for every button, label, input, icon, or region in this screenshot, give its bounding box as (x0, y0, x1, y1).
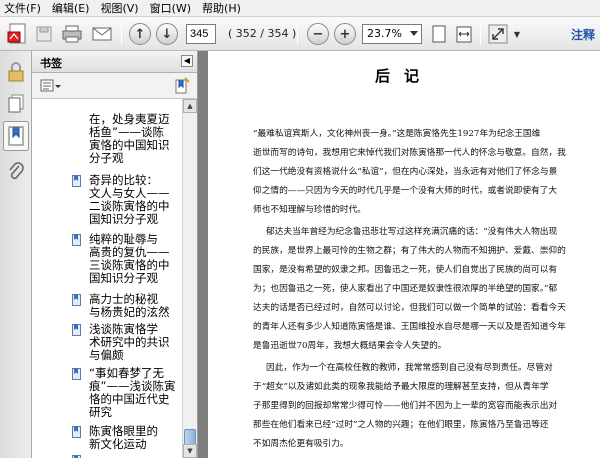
toolbar-separator (297, 23, 298, 45)
expand-icon (488, 24, 508, 44)
full-screen-menu[interactable]: ▼ (512, 22, 522, 46)
paragraph-line: 的青年人还有多少人知道陈寅恪是谁、王国维投水自尽是哪一天以及是否知道今年 (253, 322, 566, 332)
toolbar: ↑ ↓ ( 352 / 354 ) − + 23.7% ▼ 注释 (0, 17, 600, 51)
paragraph-line: 郁达夫当年曾经为纪念鲁迅悲壮写过这样充满沉痛的话：“没有伟大人物出现 (266, 227, 558, 237)
bookmark-label: 纯粹的耻辱与 高贵的复仇—— 三谈陈寅恪的中 国知识分子观 (89, 232, 170, 285)
create-pdf-button[interactable] (5, 22, 31, 46)
single-page-icon (432, 25, 446, 43)
panel-title: 书签 (40, 57, 62, 70)
bookmarks-scrollbar[interactable]: ▲ ▼ (182, 99, 197, 458)
document-viewport[interactable]: 后记 “最难私谊宾斯人，文化神州丧一身。”这是陈寅恪先生1927年为纪念王国维 … (198, 51, 600, 458)
navigation-strip (0, 51, 32, 458)
scroll-up-icon[interactable]: ▲ (183, 99, 197, 113)
create-pdf-icon (7, 23, 26, 44)
options-button[interactable] (40, 79, 62, 93)
next-page-button[interactable]: ↓ (155, 22, 179, 46)
bookmark-label: 高力士的秘视 与杨贵妃的泫然 (89, 292, 170, 319)
paragraph-line: 那些在他们看来已经“过时”之人物的兴趣；在他们眼里，陈寅恪乃至鲁迅等还 (253, 420, 549, 430)
bookmark-icon (72, 175, 81, 187)
plus-icon: + (334, 23, 356, 45)
bookmark-icon (72, 234, 81, 246)
paragraph-line: 逝世而写的诗句，我想用它来悼代我们对陈寅恪那一代人的怀念与敬意。自然，我 (253, 148, 566, 158)
chevron-down-icon: ▼ (513, 29, 521, 39)
paragraph-line: 师也不知理解与珍惜的时代。 (253, 205, 366, 215)
printer-icon (62, 25, 82, 43)
bookmark-label: 在，处身夷夏迈 栝鱼”——谈陈 寅恪的中国知识 分子观 (89, 112, 170, 165)
chevron-down-icon (410, 31, 418, 36)
paragraph-line: 因此，作为一个在高校任教的教师，我常常感到自己没有尽到责任。尽管对 (266, 363, 553, 373)
fit-width-icon (456, 26, 472, 43)
menu-bar: 文件(F) 编辑(E) 视图(V) 窗口(W) 帮助(H) (0, 0, 600, 17)
menu-window[interactable]: 窗口(W) (150, 0, 191, 16)
attachments-button[interactable] (3, 157, 29, 187)
toolbar-separator (480, 23, 481, 45)
page-count: ( 352 / 354 ) (228, 27, 297, 40)
menu-view[interactable]: 视图(V) (100, 0, 138, 16)
bookmark-list: 在，处身夷夏迈 栝鱼”——谈陈 寅恪的中国知识 分子观 奇异的比较： 文人与女人… (32, 99, 182, 458)
zoom-out-button[interactable]: − (306, 22, 330, 46)
toolbar-separator (121, 23, 122, 45)
paragraph-line: 为；也因鲁迅之一死，使人家看出了中国还是奴隶性很浓厚的半绝望的国家。”郁 (253, 284, 558, 294)
add-bookmark-icon (175, 77, 190, 94)
document-title: 后记 (374, 67, 433, 85)
paragraph-line: 仰之情的——只因为今天的时代几乎是一个没有大师的时代，或者说即使有了大 (253, 186, 558, 196)
full-screen-button[interactable] (487, 22, 509, 46)
new-bookmark-button[interactable] (175, 77, 191, 95)
pages-icon (8, 94, 24, 113)
bookmark-icon (72, 426, 81, 438)
fit-width-button[interactable] (453, 22, 475, 46)
page-number-input[interactable] (186, 24, 216, 44)
document-page: 后记 “最难私谊宾斯人，文化神州丧一身。”这是陈寅恪先生1927年为纪念王国维 … (208, 51, 600, 458)
bookmark-icon (72, 368, 81, 380)
menu-edit[interactable]: 编辑(E) (52, 0, 90, 16)
email-button[interactable] (90, 22, 114, 46)
bookmark-icon (72, 294, 81, 306)
bookmark-label: …… (89, 454, 181, 458)
paragraph-line: “最难私谊宾斯人，文化神州丧一身。”这是陈寅恪先生1927年为纪念王国维 (253, 129, 541, 139)
panel-toolbar (32, 73, 197, 99)
bookmark-icon (72, 324, 81, 336)
zoom-in-button[interactable]: + (333, 22, 357, 46)
bookmark-icon (8, 126, 24, 146)
paragraph-line: 达夫的话是否已经过时，自然可以讨论，但我们可以做一个简单的试验：看看今天 (253, 303, 566, 313)
menu-file[interactable]: 文件(F) (4, 0, 41, 16)
bookmark-label: “事如春梦了无 痕”——浅谈陈寅 恪的中国近代史 研究 (89, 366, 176, 419)
previous-page-button[interactable]: ↑ (128, 22, 152, 46)
bookmark-label: 奇异的比较： 文人与女人—— 二谈陈寅恪的中 国知识分子观 (89, 173, 170, 226)
security-button[interactable] (3, 57, 29, 87)
annotate-button[interactable]: 注释 (571, 26, 595, 43)
paragraph-line: 于“超女”以及诸如此类的现象我能给予最大限度的理解甚至支持，但从青年学 (253, 382, 549, 392)
panel-header: 书签 ◀ (32, 51, 197, 73)
bookmarks-panel: 书签 ◀ 在，处身夷夏迈 栝鱼”——谈陈 寅恪的中国知识 分子观 奇异的比较： … (32, 51, 198, 458)
menu-help[interactable]: 帮助(H) (202, 0, 241, 16)
scroll-down-icon[interactable]: ▼ (183, 444, 197, 458)
arrow-down-icon: ↓ (156, 23, 178, 45)
arrow-up-icon: ↑ (129, 23, 151, 45)
single-page-button[interactable] (428, 22, 450, 46)
save-icon (36, 26, 52, 42)
paragraph-line: 们这一代绝没有资格说什么“私谊”，但在内心深处，当永远有对他们了怀念与景 (253, 167, 558, 177)
collapse-panel-button[interactable]: ◀ (181, 55, 193, 67)
print-button[interactable] (60, 22, 84, 46)
zoom-value: 23.7% (367, 27, 402, 40)
zoom-select[interactable]: 23.7% (362, 24, 422, 44)
paragraph-line: 是鲁迅逝世70周年，我想大概结果会令人失望的。 (253, 341, 447, 351)
bookmark-label: 浅谈陈寅恪学 术研究中的共识 与偏颇 (89, 322, 170, 362)
save-button[interactable] (34, 22, 54, 46)
paragraph-line: 国家，是没有希望的奴隶之邦。因鲁迅之一死，使人们自觉出了民族的尚可以有 (253, 265, 558, 275)
lock-icon (8, 62, 24, 82)
options-icon (40, 79, 61, 92)
paperclip-icon (9, 162, 24, 180)
bookmark-label: 陈寅恪眼里的 新文化运动 (89, 424, 158, 451)
envelope-icon (92, 27, 112, 41)
paragraph-line: 不如周杰伦更有吸引力。 (253, 439, 349, 449)
pages-button[interactable] (3, 89, 29, 119)
bookmarks-button[interactable] (3, 121, 29, 151)
paragraph-line: 子那里得到的回报却常常少得可怜——他们并不因为上一辈的宽容而能表示出对 (253, 401, 558, 411)
minus-icon: − (307, 23, 329, 45)
paragraph-line: 的民族，是世界上最可怜的生物之群；有了伟大的人物而不知拥护、爱戴、崇仰的 (253, 246, 566, 256)
